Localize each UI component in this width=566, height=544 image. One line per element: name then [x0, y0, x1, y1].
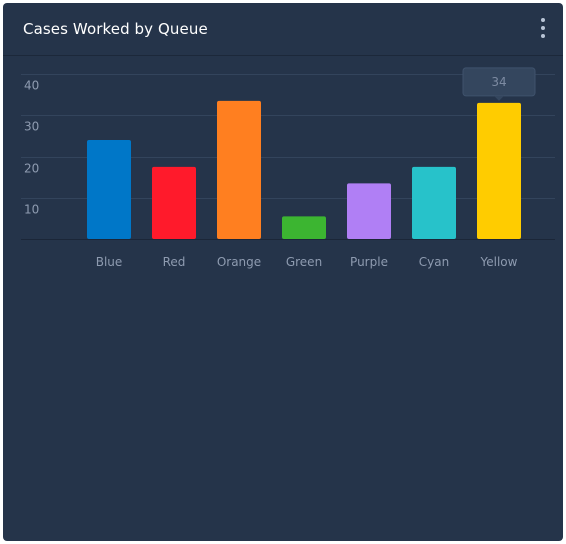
- y-tick-label: 20: [24, 162, 39, 176]
- y-tick-label: 10: [24, 203, 39, 217]
- bar-green[interactable]: [282, 216, 326, 239]
- bar-chart-svg: 10 20 30 40 Blue Red Orange Green Purple Cyan Yell…: [21, 67, 555, 269]
- tooltip-value: 34: [491, 75, 506, 89]
- y-tick-label: 40: [24, 79, 39, 93]
- y-tick-label: 30: [24, 120, 39, 134]
- bar-purple[interactable]: [347, 183, 391, 239]
- chart-card: Cases Worked by Queue 10 20 30 40 Blue Red Ora…: [3, 3, 563, 541]
- x-tick-label: Yellow: [480, 255, 518, 269]
- menu-dot: [541, 26, 545, 30]
- bar-yellow[interactable]: [477, 102, 521, 239]
- menu-dot: [541, 34, 545, 38]
- bar-cyan[interactable]: [412, 166, 456, 239]
- more-vertical-icon[interactable]: [535, 17, 551, 41]
- x-tick-label: Purple: [350, 255, 388, 269]
- x-tick-label: Cyan: [419, 255, 449, 269]
- x-tick-label: Red: [163, 255, 186, 269]
- bar-orange[interactable]: [217, 100, 261, 239]
- x-tick-label: Green: [286, 255, 322, 269]
- bar-chart: 10 20 30 40 Blue Red Orange Green Purple Cyan Yell…: [3, 56, 563, 286]
- tooltip-pointer: [494, 95, 504, 101]
- x-tick-label: Blue: [96, 255, 123, 269]
- bar-blue[interactable]: [87, 140, 131, 239]
- card-title: Cases Worked by Queue: [23, 20, 208, 38]
- menu-dot: [541, 18, 545, 22]
- card-header: Cases Worked by Queue: [3, 3, 563, 56]
- x-tick-label: Orange: [217, 255, 261, 269]
- bar-red[interactable]: [152, 166, 196, 239]
